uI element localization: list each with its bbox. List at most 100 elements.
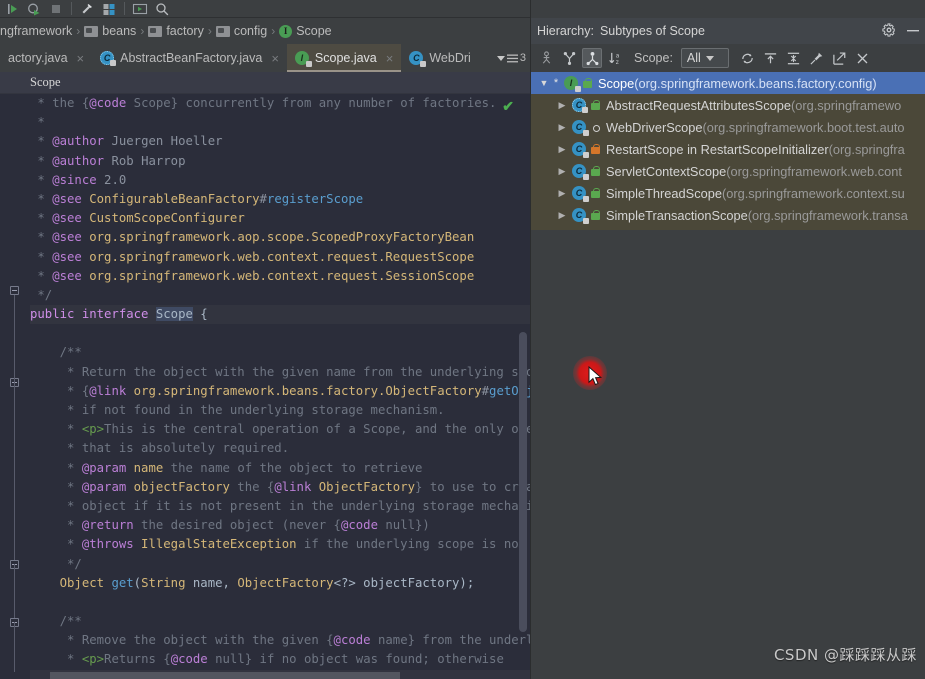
chevron-right-icon[interactable]: ▶ bbox=[555, 144, 569, 155]
minimize-icon[interactable] bbox=[906, 23, 920, 40]
code-token: org.springframework.beans.factory.Object… bbox=[126, 383, 482, 398]
tree-row[interactable]: ▶ C RestartScope in RestartScopeInitialize… bbox=[531, 138, 925, 160]
search-icon[interactable] bbox=[152, 0, 172, 17]
class-hierarchy-icon[interactable] bbox=[582, 48, 602, 68]
run-icon[interactable] bbox=[2, 0, 22, 17]
abstract-class-icon: C bbox=[569, 98, 589, 113]
tree-node-package: (org.springframework.transa bbox=[747, 207, 908, 223]
breadcrumb-item-factory[interactable]: factory bbox=[148, 24, 204, 38]
interface-icon: I bbox=[294, 51, 312, 67]
code-token: * Return the object with the given name … bbox=[30, 364, 530, 379]
run-anything-icon[interactable] bbox=[130, 0, 150, 17]
tab-web-driver-scope[interactable]: C WebDri bbox=[401, 44, 478, 72]
code-token: if the underlying scope is not curr bbox=[303, 537, 527, 552]
chevron-down-icon[interactable]: ▼ bbox=[537, 78, 551, 88]
code-line: * object if it is not present in the und… bbox=[30, 497, 530, 516]
code-line: * <p>Returns {@code null} if no object w… bbox=[30, 650, 530, 669]
breadcrumb-item-package[interactable]: ngframework bbox=[0, 24, 72, 38]
code-line: * that is absolutely required. bbox=[30, 439, 530, 458]
chevron-right-icon[interactable]: ▶ bbox=[555, 210, 569, 221]
list-icon bbox=[506, 54, 518, 62]
class-icon: C bbox=[569, 120, 589, 136]
collapse-all-icon[interactable] bbox=[784, 48, 804, 68]
chevron-right-icon[interactable]: ▶ bbox=[555, 188, 569, 199]
tab-overflow-button[interactable]: 3 bbox=[496, 44, 530, 72]
code-token: @code bbox=[89, 96, 127, 110]
code-line: /** bbox=[30, 343, 530, 362]
breadcrumb: ngframework › beans › factory › config ›… bbox=[0, 18, 530, 44]
chevron-right-icon[interactable]: ▶ bbox=[555, 122, 569, 133]
tab-scope[interactable]: I Scope.java × bbox=[286, 44, 402, 72]
close-icon[interactable]: × bbox=[77, 51, 85, 66]
supertypes-icon[interactable] bbox=[536, 48, 556, 68]
breadcrumb-label-2: factory bbox=[166, 24, 204, 38]
stop-icon bbox=[46, 0, 66, 17]
fold-collapse-icon[interactable] bbox=[10, 286, 19, 295]
tree-row[interactable]: ▶ C SimpleTransactionScope (org.springfram… bbox=[531, 204, 925, 226]
tree-row[interactable]: ▶ C ServletContextScope (org.springframewo… bbox=[531, 160, 925, 182]
code-token: * bbox=[30, 230, 53, 245]
breadcrumb-item-scope[interactable]: I Scope bbox=[279, 24, 332, 38]
code-token: objectFactory bbox=[126, 479, 230, 494]
code-token: null} if no object was found; otherwise bbox=[207, 652, 504, 667]
code-token: name} from the underlying bbox=[377, 633, 530, 648]
pin-icon[interactable] bbox=[807, 48, 827, 68]
tab-label: AbstractBeanFactory.java bbox=[120, 51, 263, 65]
class-icon: C bbox=[409, 51, 427, 67]
code-token: @param bbox=[81, 479, 127, 494]
chevron-right-icon[interactable]: ▶ bbox=[555, 166, 569, 177]
code-token: * that is absolutely required. bbox=[30, 441, 290, 456]
editor-gutter[interactable] bbox=[0, 94, 30, 679]
tree-row[interactable]: ▼ * I Scope (org.springframework.beans.fact… bbox=[531, 72, 925, 94]
export-icon[interactable] bbox=[830, 48, 850, 68]
tree-row[interactable]: ▶ C AbstractRequestAttributesScope (org.sp… bbox=[531, 94, 925, 116]
code-token: <?> objectFactory); bbox=[333, 575, 475, 590]
scope-dropdown[interactable]: All bbox=[680, 48, 729, 68]
svg-text:a: a bbox=[615, 53, 619, 59]
expand-all-icon[interactable] bbox=[761, 48, 781, 68]
breadcrumb-item-config[interactable]: config bbox=[215, 24, 267, 38]
chevron-right-icon[interactable]: ▶ bbox=[555, 100, 569, 111]
debug-icon[interactable] bbox=[24, 0, 44, 17]
hierarchy-title: Subtypes of Scope bbox=[599, 24, 705, 38]
code-token: null}) bbox=[377, 518, 430, 533]
tree-node-package: (org.springfra bbox=[828, 141, 905, 157]
sticky-scroll-header[interactable]: Scope bbox=[0, 72, 530, 94]
tree-row[interactable]: ▶ C SimpleThreadScope (org.springframework… bbox=[531, 182, 925, 204]
close-icon[interactable]: × bbox=[271, 51, 279, 66]
editor-vertical-scrollbar[interactable] bbox=[519, 332, 527, 632]
code-token: name bbox=[126, 460, 164, 475]
refresh-icon[interactable] bbox=[738, 48, 758, 68]
base-class-marker: * bbox=[553, 77, 559, 89]
code-token: 2.0 bbox=[96, 172, 127, 187]
code-content[interactable]: * the {@code Scope} concurrently from an… bbox=[30, 94, 530, 679]
close-icon[interactable]: × bbox=[386, 51, 394, 66]
sort-alpha-icon[interactable]: a z bbox=[605, 48, 625, 68]
hierarchy-title-prefix: Hierarchy: bbox=[537, 24, 594, 38]
build-hammer-icon[interactable] bbox=[77, 0, 97, 17]
code-line: * @author Juergen Hoeller bbox=[30, 132, 530, 151]
code-token: ObjectFactory bbox=[237, 575, 334, 590]
subtypes-icon[interactable] bbox=[559, 48, 579, 68]
tree-row[interactable]: ▶ C WebDriverScope (org.springframework.bo… bbox=[531, 116, 925, 138]
coverage-icon[interactable] bbox=[99, 0, 119, 17]
inspection-status-icon[interactable]: ✔ bbox=[502, 98, 514, 115]
code-token: @link bbox=[89, 383, 127, 398]
code-token: * bbox=[30, 249, 53, 264]
close-icon[interactable] bbox=[853, 48, 873, 68]
gear-icon[interactable] bbox=[882, 22, 896, 40]
tab-abstract-autowire-capable-bean-factory[interactable]: actory.java × bbox=[0, 44, 92, 72]
mouse-cursor bbox=[588, 365, 604, 393]
tree-node-name: RestartScope in RestartScopeInitializer bbox=[606, 141, 829, 157]
editor-horizontal-scrollbar[interactable] bbox=[50, 672, 400, 679]
code-token: the name of the object to retrieve bbox=[163, 460, 423, 475]
toolbar-divider bbox=[71, 2, 72, 15]
code-token: @link bbox=[274, 479, 312, 494]
code-token: Rob Harrop bbox=[104, 153, 186, 168]
code-token: * bbox=[30, 518, 82, 533]
inner-class-icon: C bbox=[569, 142, 589, 158]
main-toolbar bbox=[0, 0, 530, 18]
code-editor[interactable]: * the {@code Scope} concurrently from an… bbox=[0, 94, 530, 679]
tab-abstract-bean-factory[interactable]: C AbstractBeanFactory.java × bbox=[92, 44, 287, 72]
breadcrumb-item-beans[interactable]: beans bbox=[84, 24, 136, 38]
